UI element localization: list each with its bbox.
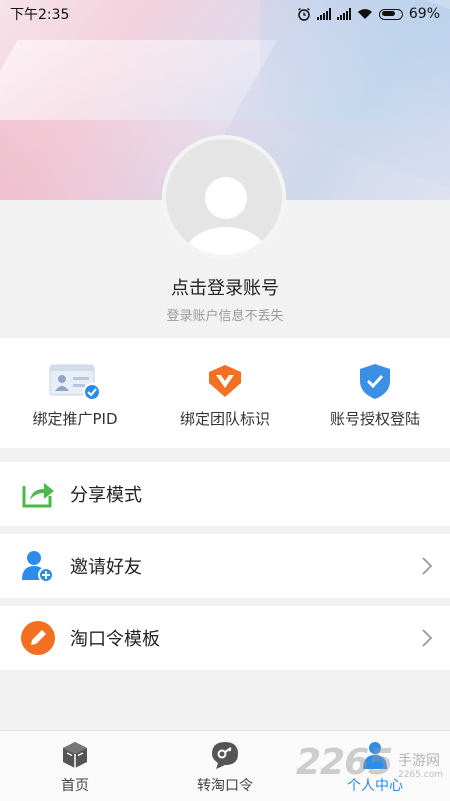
v-badge-icon: [209, 365, 241, 397]
menu-item-token-template[interactable]: 淘口令模板: [0, 606, 450, 670]
tab-home[interactable]: 首页: [0, 731, 150, 801]
login-subtitle: 登录账户信息不丢失: [166, 309, 284, 324]
bind-pid-button[interactable]: 绑定推广PID: [0, 338, 150, 448]
quick-actions: 绑定推广PID 绑定团队标识 账号授权登陆: [0, 338, 450, 448]
chat-key-icon: [212, 742, 238, 769]
menu-label: 分享模式: [70, 485, 142, 506]
battery-icon: [378, 8, 403, 20]
alarm-icon: [297, 7, 310, 21]
menu-label: 淘口令模板: [70, 629, 160, 650]
share-icon: [22, 483, 54, 508]
watermark-logo: 2265: [296, 742, 393, 783]
login-prompt[interactable]: 点击登录账号: [0, 274, 450, 300]
bind-team-button[interactable]: 绑定团队标识: [150, 338, 300, 448]
watermark-name: 手游网: [398, 753, 440, 769]
chevron-right-icon: [422, 629, 433, 647]
signal-icon: [316, 8, 331, 20]
quick-action-label: 绑定团队标识: [179, 410, 270, 428]
id-card-icon: [49, 364, 101, 401]
pencil-icon: [21, 621, 55, 655]
status-time: 下午2:35: [10, 7, 70, 23]
tab-label: 首页: [61, 778, 89, 794]
avatar[interactable]: [162, 135, 286, 259]
watermark-url: 2265.com: [398, 770, 443, 780]
wifi-icon: [357, 9, 372, 19]
quick-action-label: 账号授权登陆: [329, 410, 420, 428]
shield-check-icon: [360, 364, 390, 399]
home-box-icon: [63, 742, 87, 768]
tab-label: 转淘口令: [197, 778, 253, 794]
tab-convert-token[interactable]: 转淘口令: [150, 731, 300, 801]
quick-action-label: 绑定推广PID: [32, 410, 118, 428]
menu-item-invite-friends[interactable]: 邀请好友: [0, 534, 450, 598]
authorize-login-button[interactable]: 账号授权登陆: [300, 338, 450, 448]
signal-icon: [336, 8, 351, 20]
status-bar: 下午2:35 69%: [0, 0, 450, 28]
menu-label: 邀请好友: [70, 557, 142, 578]
menu-item-share-mode[interactable]: 分享模式: [0, 462, 450, 526]
chevron-right-icon: [422, 557, 433, 575]
add-user-icon: [22, 551, 54, 583]
battery-level: 69%: [408, 6, 440, 22]
